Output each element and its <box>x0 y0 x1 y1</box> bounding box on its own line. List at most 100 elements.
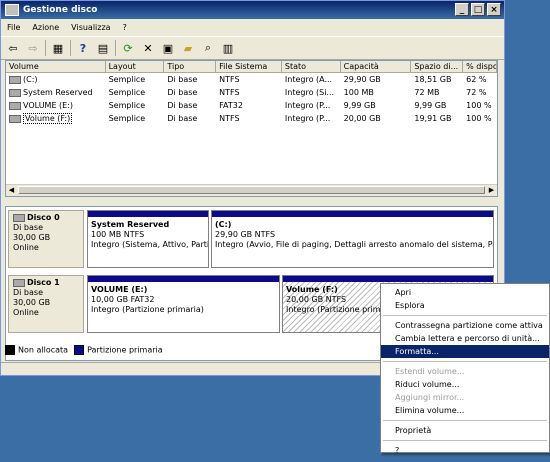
back-arrow-icon[interactable]: ⇦ <box>5 40 21 56</box>
disk-size: 30,00 GB <box>13 233 51 242</box>
menu-item-explore[interactable]: Esplora <box>381 299 549 312</box>
partition-e[interactable]: VOLUME (E:) 10,00 GB FAT32 Integro (Part… <box>87 275 280 333</box>
app-icon <box>5 4 19 16</box>
disk-status: Online <box>13 308 39 317</box>
drive-icon <box>9 101 21 110</box>
cell-percent: 100 % <box>466 114 492 123</box>
partition-info: 29,90 GB NTFS <box>215 230 276 239</box>
cell-volume: (C:) <box>23 75 38 84</box>
table-row[interactable]: Volume (F:) Semplice Di base NTFS Integr… <box>6 112 497 125</box>
scroll-right-icon[interactable]: ▶ <box>486 185 497 196</box>
table-row[interactable]: (C:) Semplice Di base NTFS Integro (A...… <box>6 73 497 86</box>
partition-status: Integro (Avvio, File di paging, Dettagli… <box>215 240 493 249</box>
help-icon[interactable]: ? <box>75 40 91 56</box>
menu-separator <box>383 361 547 362</box>
menu-item-format[interactable]: Formatta... <box>381 345 549 358</box>
cell-free: 9,99 GB <box>414 101 447 110</box>
col-status[interactable]: Stato <box>282 61 341 72</box>
search-icon[interactable]: ⌕ <box>200 40 216 56</box>
cell-status: Integro (P... <box>284 114 331 123</box>
menu-item-add-mirror: Aggiungi mirror... <box>395 393 465 402</box>
forward-arrow-icon[interactable]: ⇨ <box>25 40 41 56</box>
open-folder-icon[interactable]: ▰ <box>180 40 196 56</box>
volume-list-header: Volume Layout Tipo File Sistema Stato Ca… <box>6 61 498 73</box>
partition-info: 20,00 GB NTFS <box>286 295 347 304</box>
col-type[interactable]: Tipo <box>164 61 217 72</box>
list-icon[interactable]: ▤ <box>95 40 111 56</box>
cell-filesystem: NTFS <box>219 114 240 123</box>
menu-item-help[interactable]: ? <box>381 444 549 457</box>
horizontal-scrollbar[interactable]: ◀ ▶ <box>6 184 497 196</box>
menu-separator <box>383 315 547 316</box>
menu-action[interactable]: Azione <box>32 23 59 32</box>
cell-layout: Semplice <box>108 101 146 110</box>
disk-label[interactable]: Disco 1 Di base 30,00 GB Online <box>8 275 84 333</box>
table-row[interactable]: System Reserved Semplice Di base NTFS In… <box>6 86 497 99</box>
toolbar: ⇦ ⇨ ▦ ? ▤ ⟳ ✕ ▣ ▰ ⌕ ▥ <box>1 36 504 60</box>
primary-swatch <box>74 345 85 355</box>
col-free-space[interactable]: Spazio di... <box>411 61 464 72</box>
cell-type: Di base <box>167 75 198 84</box>
disk-label[interactable]: Disco 0 Di base 30,00 GB Online <box>8 210 84 268</box>
cell-free: 19,91 GB <box>414 114 452 123</box>
table-row[interactable]: VOLUME (E:) Semplice Di base FAT32 Integ… <box>6 99 497 112</box>
col-volume[interactable]: Volume <box>6 61 106 72</box>
delete-icon[interactable]: ✕ <box>140 40 156 56</box>
disk-name: Disco 1 <box>27 278 60 287</box>
menu-item-mark-active[interactable]: Contrassegna partizione come attiva <box>381 319 549 332</box>
drive-list-icon[interactable]: ▥ <box>220 40 236 56</box>
legend-unallocated-label: Non allocata <box>18 345 69 355</box>
menu-item-extend: Estendi volume... <box>395 367 465 376</box>
menu-help[interactable]: ? <box>123 23 127 32</box>
scroll-left-icon[interactable]: ◀ <box>6 185 17 196</box>
col-capacity[interactable]: Capacità <box>341 61 412 72</box>
partition-info: 100 MB NTFS <box>91 230 145 239</box>
cell-percent: 100 % <box>466 101 492 110</box>
disk-type: Di base <box>13 288 43 297</box>
menu-item-properties[interactable]: Proprietà <box>381 424 549 437</box>
drive-icon <box>9 114 21 123</box>
maximize-button[interactable]: □ <box>471 3 485 16</box>
disk-type: Di base <box>13 223 43 232</box>
cell-volume: Volume (F:) <box>23 113 73 124</box>
menu-item-change-letter[interactable]: Cambia lettera e percorso di unità... <box>381 332 549 345</box>
menu-view[interactable]: Visualizza <box>71 23 110 32</box>
properties2-icon[interactable]: ▣ <box>160 40 176 56</box>
partition-info: 10,00 GB FAT32 <box>91 295 155 304</box>
menu-item-delete[interactable]: Elimina volume... <box>381 404 549 417</box>
col-filesystem[interactable]: File Sistema <box>216 61 282 72</box>
cell-type: Di base <box>167 88 198 97</box>
menu-item-shrink[interactable]: Riduci volume... <box>381 378 549 391</box>
menu-bar: File Azione Visualizza ? <box>1 19 504 36</box>
cell-free: 18,51 GB <box>414 75 452 84</box>
cell-filesystem: NTFS <box>219 88 240 97</box>
close-button[interactable]: × <box>487 3 501 16</box>
scroll-thumb[interactable] <box>18 186 485 194</box>
legend-primary: Partizione primaria <box>74 345 163 355</box>
cell-percent: 62 % <box>466 75 487 84</box>
minimize-button[interactable]: _ <box>455 3 469 16</box>
cell-filesystem: NTFS <box>219 75 240 84</box>
cell-volume: VOLUME (E:) <box>23 101 74 110</box>
cell-layout: Semplice <box>108 114 146 123</box>
partition-c[interactable]: (C:) 29,90 GB NTFS Integro (Avvio, File … <box>211 210 494 268</box>
cell-type: Di base <box>167 101 198 110</box>
properties-icon[interactable]: ▦ <box>50 40 66 56</box>
disk-icon <box>13 278 25 287</box>
partition-system-reserved[interactable]: System Reserved 100 MB NTFS Integro (Sis… <box>87 210 209 268</box>
title-bar: Gestione disco _ □ × <box>1 1 504 19</box>
menu-item-open[interactable]: Apri <box>381 286 549 299</box>
cell-capacity: 20,00 GB <box>343 114 381 123</box>
disk-row: Disco 0 Di base 30,00 GB Online System R… <box>8 210 494 268</box>
cell-capacity: 9,99 GB <box>343 101 376 110</box>
col-percent-free[interactable]: % disponibile <box>463 61 498 72</box>
cell-status: Integro (A... <box>284 75 333 84</box>
volume-list: Volume Layout Tipo File Sistema Stato Ca… <box>5 60 498 197</box>
cell-type: Di base <box>167 114 198 123</box>
menu-file[interactable]: File <box>7 23 20 32</box>
cell-status: Integro (P... <box>284 101 331 110</box>
col-layout[interactable]: Layout <box>106 61 165 72</box>
refresh-icon[interactable]: ⟳ <box>120 40 136 56</box>
toolbar-separator <box>115 40 116 56</box>
cell-free: 72 MB <box>414 88 440 97</box>
